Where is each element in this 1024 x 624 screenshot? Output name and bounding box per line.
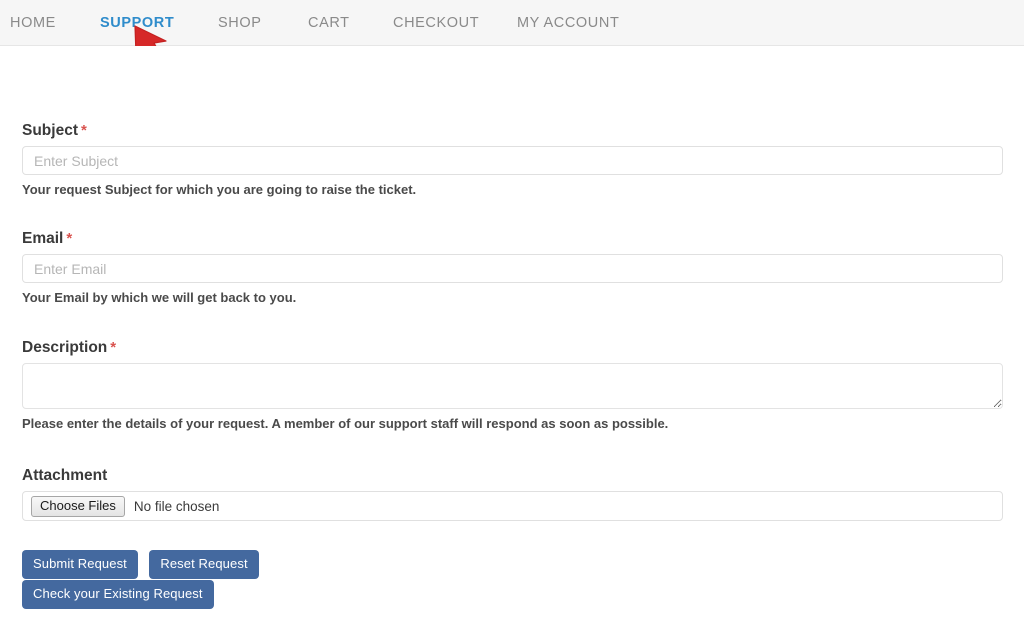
form-action-buttons: Submit Request Reset Request [22,550,259,579]
file-status-text: No file chosen [133,498,220,514]
subject-field-group: Subject* Your request Subject for which … [22,122,1003,197]
submit-request-button[interactable]: Submit Request [22,550,138,579]
subject-help-text: Your request Subject for which you are g… [22,182,417,197]
email-field-group: Email* Your Email by which we will get b… [22,230,1003,305]
main-navigation-bar: HOME SUPPORT SHOP CART CHECKOUT MY ACCOU… [0,0,1024,46]
subject-required-asterisk: * [80,122,87,139]
nav-item-my-account[interactable]: MY ACCOUNT [517,15,619,31]
nav-item-support[interactable]: SUPPORT [100,15,174,31]
choose-files-button[interactable]: Choose Files [31,495,125,517]
attachment-field-group: Attachment Choose Files No file chosen [22,467,1003,521]
nav-item-shop[interactable]: SHOP [218,15,262,31]
email-label-text: Email [22,230,64,247]
email-required-asterisk: * [66,230,73,247]
attachment-label: Attachment [22,467,108,484]
description-label: Description * [22,339,1003,357]
description-help-text: Please enter the details of your request… [22,416,669,431]
nav-item-checkout[interactable]: CHECKOUT [393,15,479,31]
email-label: Email * [22,230,1003,248]
nav-item-cart[interactable]: CART [308,15,350,31]
support-request-form: Subject* Your request Subject for which … [0,46,1024,624]
reset-request-button[interactable]: Reset Request [149,550,259,579]
subject-input[interactable] [22,146,1003,175]
email-help-text: Your Email by which we will get back to … [22,290,297,305]
description-required-asterisk: * [110,339,117,356]
subject-label-text: Subject [22,122,78,139]
description-field-group: Description * Please enter the details of… [22,339,1003,431]
secondary-action-buttons: Check your Existing Request [22,580,214,609]
nav-item-home[interactable]: HOME [10,15,56,31]
description-label-text: Description [22,339,108,356]
email-input[interactable] [22,254,1003,283]
attachment-file-input[interactable]: Choose Files No file chosen [22,491,1003,521]
subject-label: Subject * [22,122,1003,140]
description-textarea[interactable] [22,363,1003,409]
check-existing-request-button[interactable]: Check your Existing Request [22,580,214,609]
